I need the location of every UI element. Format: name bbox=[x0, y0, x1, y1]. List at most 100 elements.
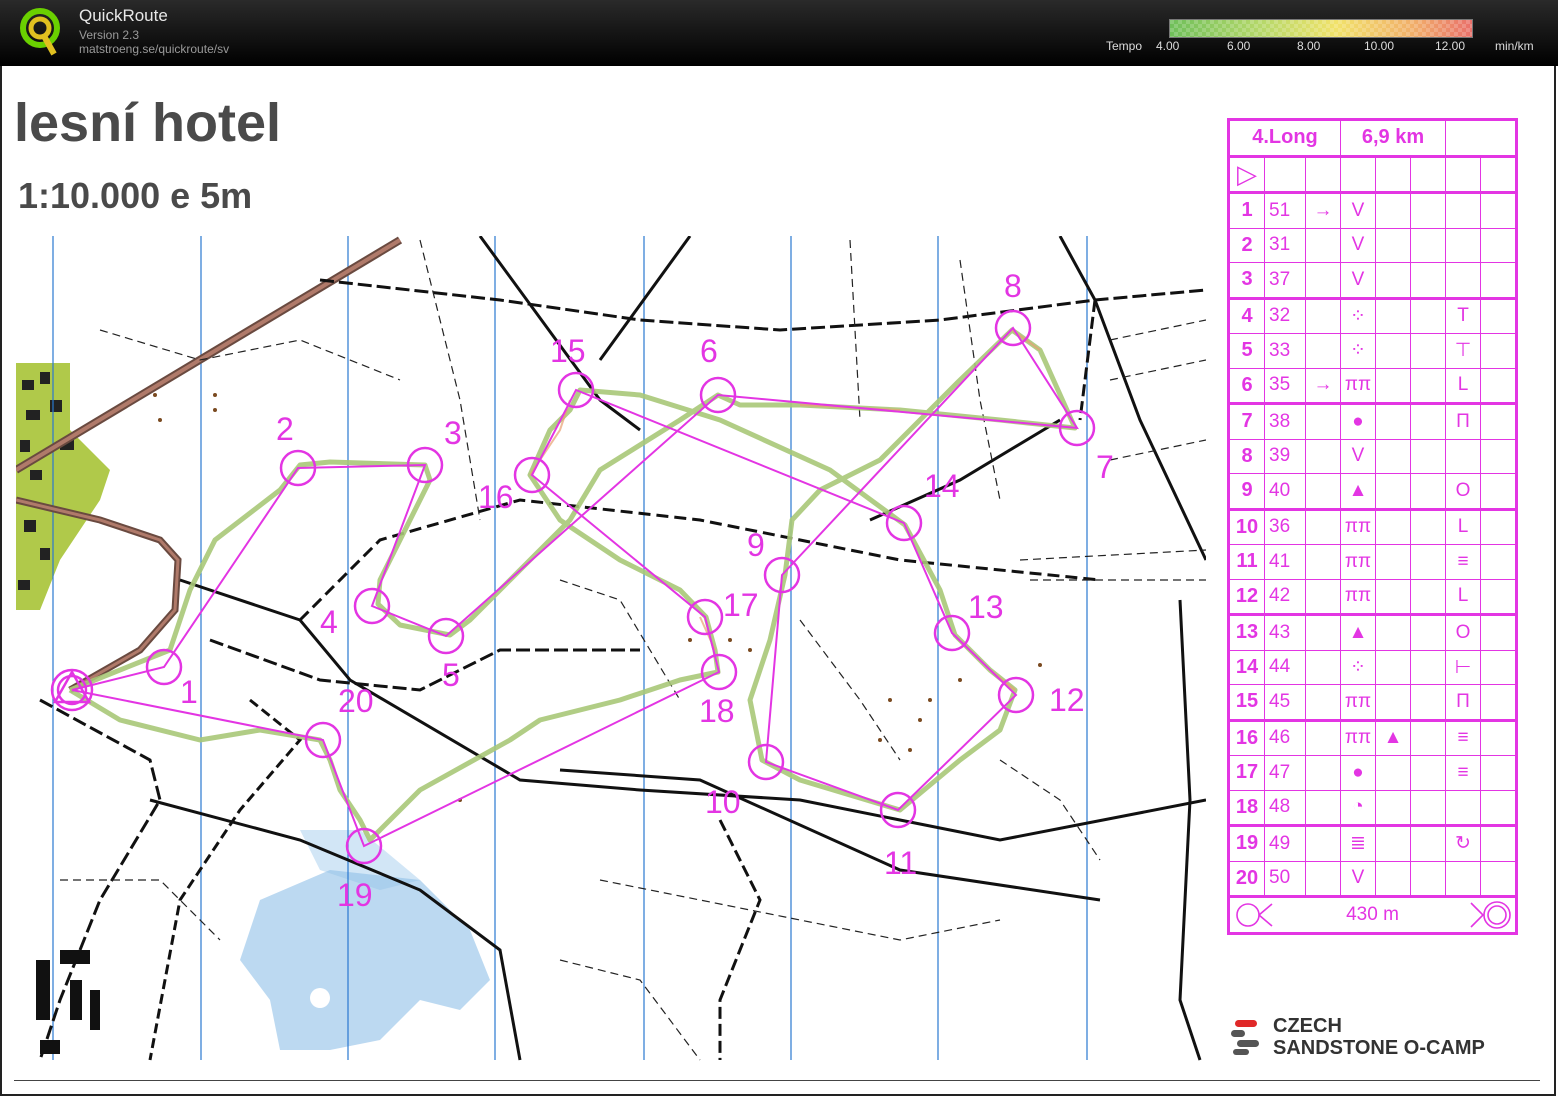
row-appearance bbox=[1375, 578, 1411, 615]
row-location bbox=[1445, 860, 1481, 897]
row-code: 44 bbox=[1264, 649, 1306, 685]
row-feature: ⁘ bbox=[1340, 296, 1376, 334]
row-feature: ππ bbox=[1340, 578, 1376, 615]
row-other bbox=[1480, 473, 1517, 510]
tempo-label: Tempo bbox=[1106, 39, 1143, 53]
row-other bbox=[1480, 718, 1517, 756]
row-number: 6 bbox=[1228, 367, 1265, 404]
description-row: 12 42 ππ L bbox=[1228, 578, 1517, 615]
row-location bbox=[1445, 227, 1481, 263]
row-location: ⊤ bbox=[1445, 333, 1481, 369]
start-icon: ▷ bbox=[1228, 154, 1265, 193]
row-dimension bbox=[1410, 262, 1446, 299]
row-code: 35 bbox=[1264, 367, 1306, 404]
row-appearance bbox=[1375, 649, 1411, 685]
tempo-tick: 4.00 bbox=[1156, 39, 1180, 53]
description-row: 5 33 ⁘ ⊤ bbox=[1228, 333, 1517, 369]
row-location: ⊢ bbox=[1445, 649, 1481, 685]
description-row: 3 37 V bbox=[1228, 262, 1517, 299]
row-other bbox=[1480, 824, 1517, 862]
row-other bbox=[1480, 578, 1517, 615]
row-which-feature bbox=[1305, 296, 1341, 334]
row-appearance: ▲ bbox=[1375, 718, 1411, 756]
row-other bbox=[1480, 649, 1517, 685]
row-which-feature bbox=[1305, 227, 1341, 263]
tempo-tick: 12.00 bbox=[1435, 39, 1466, 53]
buildings bbox=[36, 950, 100, 1054]
row-other bbox=[1480, 262, 1517, 299]
row-dimension bbox=[1410, 191, 1446, 229]
row-location: ≡ bbox=[1445, 544, 1481, 580]
row-which-feature bbox=[1305, 262, 1341, 299]
row-location bbox=[1445, 191, 1481, 229]
row-other bbox=[1480, 367, 1517, 404]
quickroute-logo-icon bbox=[20, 8, 60, 56]
control-number: 8 bbox=[1004, 268, 1022, 304]
row-code: 32 bbox=[1264, 296, 1306, 334]
row-code: 46 bbox=[1264, 718, 1306, 756]
row-dimension bbox=[1410, 824, 1446, 862]
control-number: 18 bbox=[699, 693, 735, 729]
row-which-feature bbox=[1305, 402, 1341, 440]
row-which-feature: → bbox=[1305, 191, 1341, 229]
description-row: 19 49 ≣ ↻ bbox=[1228, 824, 1517, 862]
map-title: lesní hotel bbox=[14, 93, 282, 153]
row-number: 3 bbox=[1228, 262, 1265, 299]
control-number: 2 bbox=[276, 411, 294, 447]
row-location bbox=[1445, 438, 1481, 474]
row-which-feature bbox=[1305, 544, 1341, 580]
control-number: 11 bbox=[884, 845, 917, 881]
finish-from-icon bbox=[1236, 903, 1273, 927]
bottom-border bbox=[14, 1080, 1540, 1081]
row-location: O bbox=[1445, 473, 1481, 510]
row-which-feature bbox=[1305, 473, 1341, 510]
row-dimension bbox=[1410, 684, 1446, 721]
row-code: 36 bbox=[1264, 507, 1306, 545]
control-number: 9 bbox=[747, 527, 765, 563]
orienteering-map[interactable]: 1 2 3 4 5 6 7 8 9 10 11 12 13 14 15 16 1… bbox=[16, 236, 1206, 1062]
control-description-sheet: 4.Long 6,9 km ▷ 1 51 → V 2 31 V 3 37 V 4 32 ⁘ T 5 33 ⁘ ⊤ 6… bbox=[1227, 118, 1518, 935]
tempo-color-scale bbox=[1169, 19, 1473, 38]
map-scale: 1:10.000 e 5m bbox=[18, 175, 253, 216]
row-number: 12 bbox=[1228, 578, 1265, 615]
row-dimension bbox=[1410, 755, 1446, 791]
row-other bbox=[1480, 507, 1517, 545]
app-name: QuickRoute bbox=[79, 6, 168, 25]
row-feature: V bbox=[1340, 262, 1376, 299]
row-which-feature: → bbox=[1305, 367, 1341, 404]
description-row: 15 45 ππ Π bbox=[1228, 684, 1517, 721]
row-other bbox=[1480, 755, 1517, 791]
row-feature: V bbox=[1340, 438, 1376, 474]
app-version: Version 2.3 bbox=[79, 28, 140, 42]
control-number: 7 bbox=[1096, 449, 1114, 485]
row-other bbox=[1480, 402, 1517, 440]
finish-circle-icon bbox=[1470, 901, 1511, 929]
row-code: 39 bbox=[1264, 438, 1306, 474]
row-appearance bbox=[1375, 438, 1411, 474]
row-feature: ◔ bbox=[1340, 789, 1376, 826]
row-number: 17 bbox=[1228, 755, 1265, 791]
row-dimension bbox=[1410, 789, 1446, 826]
row-appearance bbox=[1375, 473, 1411, 510]
row-other bbox=[1480, 684, 1517, 721]
row-dimension bbox=[1410, 544, 1446, 580]
row-which-feature bbox=[1305, 824, 1341, 862]
row-number: 10 bbox=[1228, 507, 1265, 545]
row-code: 40 bbox=[1264, 473, 1306, 510]
tracks bbox=[38, 236, 1206, 1061]
app-url: matstroeng.se/quickroute/sv bbox=[79, 42, 230, 56]
control-number: 13 bbox=[968, 589, 1004, 625]
row-appearance bbox=[1375, 296, 1411, 334]
row-feature: ππ bbox=[1340, 718, 1376, 756]
row-appearance bbox=[1375, 402, 1411, 440]
row-location: ≡ bbox=[1445, 718, 1481, 756]
row-location: L bbox=[1445, 367, 1481, 404]
description-row: 7 38 ● Π bbox=[1228, 402, 1517, 440]
tempo-tick: 10.00 bbox=[1364, 39, 1395, 53]
row-feature: ⁘ bbox=[1340, 333, 1376, 369]
row-number: 20 bbox=[1228, 860, 1265, 897]
row-location bbox=[1445, 789, 1481, 826]
row-which-feature bbox=[1305, 755, 1341, 791]
row-which-feature bbox=[1305, 613, 1341, 651]
description-row: 20 50 V bbox=[1228, 860, 1517, 897]
